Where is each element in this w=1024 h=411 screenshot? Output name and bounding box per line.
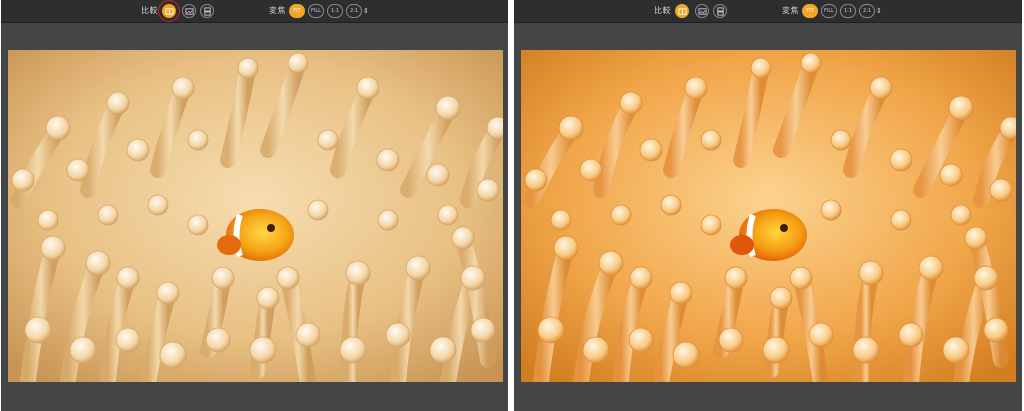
zoom-1-1-button[interactable]: 1:1 <box>840 4 856 18</box>
split-view-button[interactable] <box>182 4 196 18</box>
compare-label: 比較 <box>141 6 158 15</box>
split-image-icon <box>697 7 707 15</box>
left-panel: 比較 変焦 FIT FILL 1:1 2:1 ⇕ <box>1 0 508 411</box>
zoom-fit-button[interactable]: FIT <box>802 4 818 18</box>
zoom-label: 変焦 <box>269 6 286 15</box>
toolbar: 比較 変焦 FIT FILL 1:1 2:1 ⇕ <box>514 0 1022 23</box>
side-by-side-icon <box>164 7 174 15</box>
zoom-fit-button[interactable]: FIT <box>289 4 305 18</box>
compare-label: 比較 <box>654 6 671 15</box>
anemone-clownfish-image <box>8 50 503 382</box>
photo-before <box>8 50 503 382</box>
stacked-icon <box>203 6 211 16</box>
zoom-label: 変焦 <box>782 6 799 15</box>
stacked-view-button[interactable] <box>713 4 727 18</box>
photo-after <box>521 50 1016 382</box>
side-by-side-view-button[interactable] <box>162 4 176 18</box>
side-by-side-icon <box>677 7 687 15</box>
zoom-2-1-button[interactable]: 2:1 <box>346 4 362 18</box>
zoom-2-1-button[interactable]: 2:1 <box>859 4 875 18</box>
stacked-icon <box>716 6 724 16</box>
zoom-stepper-icon[interactable]: ⇕ <box>363 6 369 16</box>
split-view-button[interactable] <box>695 4 709 18</box>
zoom-fill-button[interactable]: FILL <box>821 4 837 18</box>
zoom-1-1-button[interactable]: 1:1 <box>327 4 343 18</box>
stacked-view-button[interactable] <box>200 4 214 18</box>
right-panel: 比較 変焦 FIT FILL 1:1 2:1 ⇕ <box>514 0 1022 411</box>
anemone-clownfish-image <box>521 50 1016 382</box>
side-by-side-view-button[interactable] <box>675 4 689 18</box>
zoom-stepper-icon[interactable]: ⇕ <box>876 6 882 16</box>
split-image-icon <box>184 7 194 15</box>
zoom-fill-button[interactable]: FILL <box>308 4 324 18</box>
toolbar: 比較 変焦 FIT FILL 1:1 2:1 ⇕ <box>1 0 508 23</box>
